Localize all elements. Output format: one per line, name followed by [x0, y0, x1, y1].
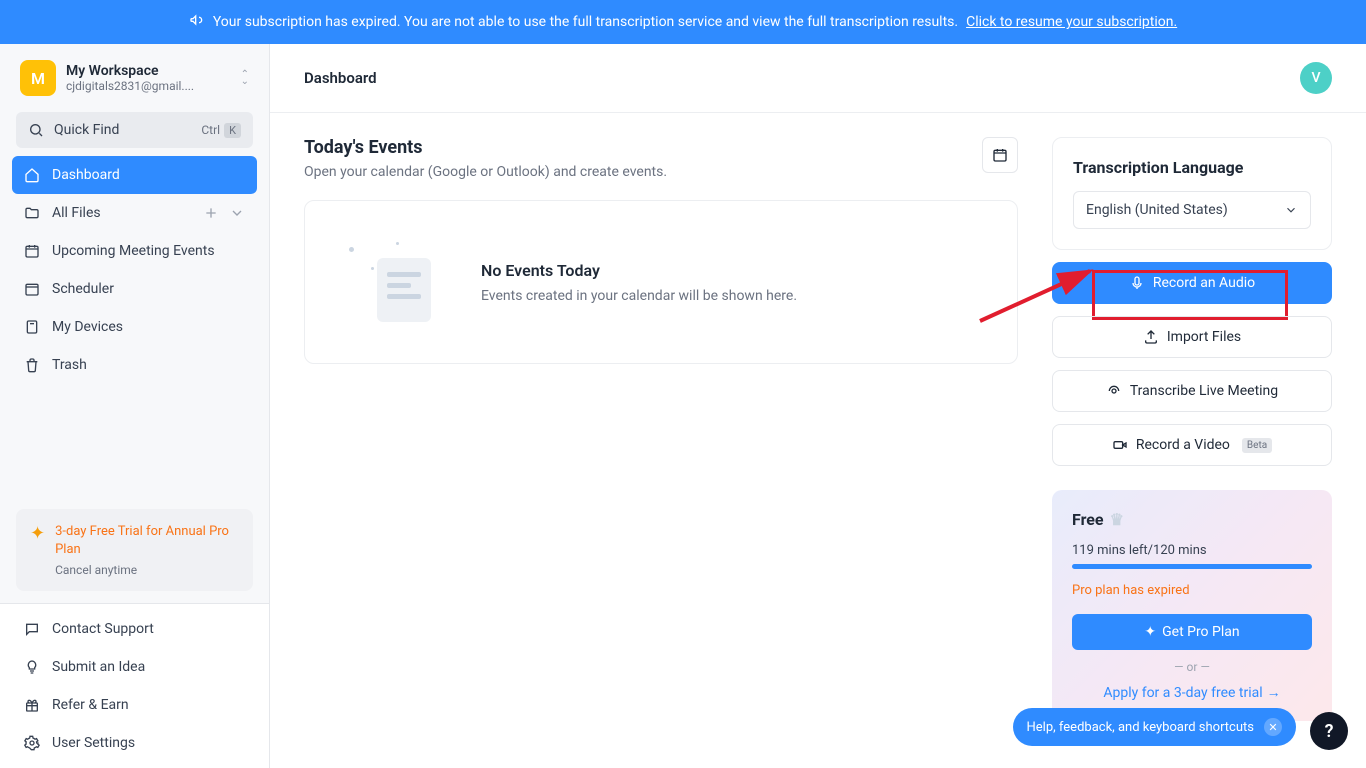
or-divider: — or —	[1072, 660, 1312, 674]
sidebar-item-scheduler[interactable]: Scheduler	[12, 270, 257, 308]
no-events-title: No Events Today	[481, 261, 797, 280]
arrow-right-icon: →	[1267, 684, 1281, 701]
upload-icon	[1143, 329, 1159, 345]
broadcast-icon	[1106, 383, 1122, 399]
calendar-icon	[992, 147, 1008, 163]
plus-icon[interactable]	[203, 205, 219, 221]
chat-icon	[24, 621, 40, 637]
plan-expired: Pro plan has expired	[1072, 583, 1312, 598]
workspace-badge: M	[20, 60, 56, 96]
sidebar-item-label: All Files	[52, 205, 101, 221]
calendar-icon	[24, 243, 40, 259]
calendar-button[interactable]	[982, 137, 1018, 173]
record-audio-button[interactable]: Record an Audio	[1052, 262, 1332, 304]
transcribe-live-label: Transcribe Live Meeting	[1130, 383, 1278, 399]
no-events-sub: Events created in your calendar will be …	[481, 288, 797, 304]
sparkle-icon: ✦	[30, 523, 45, 577]
page-title: Dashboard	[304, 69, 377, 87]
transcription-card: Transcription Language English (United S…	[1052, 137, 1332, 250]
chevron-down-icon	[1284, 203, 1298, 217]
sidebar-item-user-settings[interactable]: User Settings	[12, 724, 257, 762]
record-video-label: Record a Video	[1136, 437, 1230, 453]
sparkle-icon: ✦	[1144, 624, 1156, 640]
sidebar-item-label: Contact Support	[52, 621, 154, 637]
home-icon	[24, 167, 40, 183]
updown-chevron-icon: ⌃⌄	[241, 71, 249, 85]
language-select[interactable]: English (United States)	[1073, 191, 1311, 229]
banner-text: Your subscription has expired. You are n…	[213, 14, 958, 30]
events-sub: Open your calendar (Google or Outlook) a…	[304, 164, 667, 180]
video-icon	[1112, 437, 1128, 453]
import-files-button[interactable]: Import Files	[1052, 316, 1332, 358]
main: Dashboard V Today's Events Open your cal…	[270, 44, 1366, 768]
no-events-card: No Events Today Events created in your c…	[304, 200, 1018, 364]
close-icon[interactable]: ✕	[1264, 718, 1282, 736]
quick-find-ctrl: Ctrl	[201, 123, 220, 137]
workspace-email: cjdigitals2831@gmail....	[66, 79, 231, 93]
crown-icon: ♛	[1110, 510, 1124, 529]
workspace-switcher[interactable]: M My Workspace cjdigitals2831@gmail.... …	[0, 44, 269, 112]
gift-icon	[24, 697, 40, 713]
events-title: Today's Events	[304, 137, 667, 158]
resume-subscription-link[interactable]: Click to resume your subscription.	[966, 14, 1177, 30]
apply-trial-link[interactable]: Apply for a 3-day free trial →	[1072, 684, 1312, 701]
chevron-down-icon[interactable]	[229, 205, 245, 221]
sidebar-item-label: User Settings	[52, 735, 135, 751]
get-pro-label: Get Pro Plan	[1162, 624, 1240, 640]
sidebar-item-label: Dashboard	[52, 167, 120, 183]
trial-title: 3-day Free Trial for Annual Pro Plan	[55, 523, 239, 559]
sidebar-item-submit-idea[interactable]: Submit an Idea	[12, 648, 257, 686]
sidebar-item-all-files[interactable]: All Files	[12, 194, 257, 232]
topbar: Dashboard V	[270, 44, 1366, 113]
sidebar-item-label: Submit an Idea	[52, 659, 145, 675]
help-pill-text: Help, feedback, and keyboard shortcuts	[1027, 720, 1255, 735]
plan-card: Free ♛ 119 mins left/120 mins Pro plan h…	[1052, 490, 1332, 721]
empty-illustration	[341, 237, 441, 327]
record-audio-label: Record an Audio	[1153, 275, 1255, 291]
sidebar-item-upcoming[interactable]: Upcoming Meeting Events	[12, 232, 257, 270]
folder-icon	[24, 205, 40, 221]
mic-icon	[1129, 275, 1145, 291]
progress-bar	[1072, 564, 1312, 569]
sidebar: M My Workspace cjdigitals2831@gmail.... …	[0, 44, 270, 768]
quick-find[interactable]: Quick Find Ctrl K	[16, 112, 253, 148]
record-video-button[interactable]: Record a Video Beta	[1052, 424, 1332, 466]
search-icon	[28, 122, 44, 138]
sidebar-item-trash[interactable]: Trash	[12, 346, 257, 384]
language-value: English (United States)	[1086, 202, 1228, 218]
lang-title: Transcription Language	[1073, 158, 1311, 177]
megaphone-icon	[189, 12, 205, 32]
trial-promo-card[interactable]: ✦ 3-day Free Trial for Annual Pro Plan C…	[16, 509, 253, 591]
sidebar-item-label: My Devices	[52, 319, 123, 335]
sidebar-item-label: Refer & Earn	[52, 697, 129, 713]
sidebar-item-label: Trash	[52, 357, 87, 373]
beta-badge: Beta	[1242, 438, 1272, 453]
workspace-name: My Workspace	[66, 63, 231, 79]
gear-icon	[24, 735, 40, 751]
help-fab[interactable]: ?	[1310, 712, 1348, 750]
user-avatar[interactable]: V	[1300, 62, 1332, 94]
get-pro-button[interactable]: ✦ Get Pro Plan	[1072, 614, 1312, 650]
bulb-icon	[24, 659, 40, 675]
schedule-icon	[24, 281, 40, 297]
import-files-label: Import Files	[1167, 329, 1241, 345]
trash-icon	[24, 357, 40, 373]
plan-minutes: 119 mins left/120 mins	[1072, 543, 1312, 558]
sidebar-item-devices[interactable]: My Devices	[12, 308, 257, 346]
trial-sub: Cancel anytime	[55, 563, 239, 577]
sidebar-item-refer-earn[interactable]: Refer & Earn	[12, 686, 257, 724]
apply-trial-label: Apply for a 3-day free trial	[1103, 685, 1262, 701]
help-pill[interactable]: Help, feedback, and keyboard shortcuts ✕	[1013, 708, 1297, 746]
sidebar-item-label: Scheduler	[52, 281, 114, 297]
transcribe-live-button[interactable]: Transcribe Live Meeting	[1052, 370, 1332, 412]
sidebar-item-dashboard[interactable]: Dashboard	[12, 156, 257, 194]
sidebar-item-contact-support[interactable]: Contact Support	[12, 610, 257, 648]
quick-find-k: K	[224, 123, 241, 138]
plan-tier: Free	[1072, 510, 1104, 529]
device-icon	[24, 319, 40, 335]
sidebar-item-label: Upcoming Meeting Events	[52, 243, 215, 259]
quick-find-label: Quick Find	[54, 122, 119, 138]
subscription-banner: Your subscription has expired. You are n…	[0, 0, 1366, 44]
